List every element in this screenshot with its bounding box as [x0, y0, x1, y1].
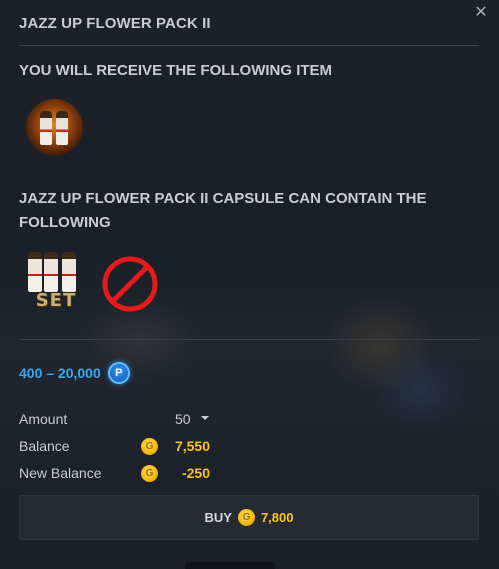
buy-label: BUY: [204, 510, 232, 525]
buy-button[interactable]: BUY G 7,800: [19, 495, 479, 540]
dialog-title: JAZZ UP FLOWER PACK II: [19, 15, 211, 32]
section-divider: [19, 339, 479, 340]
set-figure-2: [44, 252, 58, 292]
set-figure-3: [62, 252, 76, 292]
bottom-tab: [185, 562, 275, 569]
gold-coin-icon: G: [141, 465, 158, 482]
price-range: 400 – 20,000 P: [19, 362, 130, 384]
new-balance-value: -250: [181, 465, 210, 481]
gold-coin-icon: G: [237, 509, 255, 526]
balance-label: Balance: [19, 438, 70, 454]
gold-coin-icon: G: [141, 438, 158, 455]
set-figure-1: [28, 252, 42, 292]
balance-row: Balance G 7,550: [19, 436, 229, 456]
buy-price: 7,800: [260, 510, 294, 525]
title-divider: [19, 45, 479, 46]
price-range-text: 400 – 20,000: [19, 365, 101, 381]
chevron-down-icon[interactable]: [201, 416, 209, 420]
figure-right: [56, 111, 68, 145]
amount-select[interactable]: 50: [175, 411, 191, 427]
amount-label: Amount: [19, 411, 68, 427]
set-label: SET: [35, 290, 77, 311]
amount-row: Amount 50: [19, 409, 229, 429]
close-icon[interactable]: ✕: [472, 4, 490, 22]
purchase-dialog: ✕ JAZZ UP FLOWER PACK II YOU WILL RECEIV…: [0, 0, 499, 569]
receive-heading: YOU WILL RECEIVE THE FOLLOWING ITEM: [19, 62, 333, 79]
p-coin-icon: P: [107, 362, 130, 384]
jazz-up-flower-pack-icon[interactable]: [26, 99, 83, 156]
new-balance-row: New Balance G -250: [19, 463, 229, 483]
costume-set-icon[interactable]: SET: [26, 250, 86, 314]
figure-left: [40, 111, 52, 145]
contents-heading: JAZZ UP FLOWER PACK II CAPSULE CAN CONTA…: [19, 190, 427, 231]
balance-value: 7,550: [174, 438, 210, 454]
prohibited-icon: [102, 256, 158, 312]
new-balance-label: New Balance: [19, 465, 102, 481]
